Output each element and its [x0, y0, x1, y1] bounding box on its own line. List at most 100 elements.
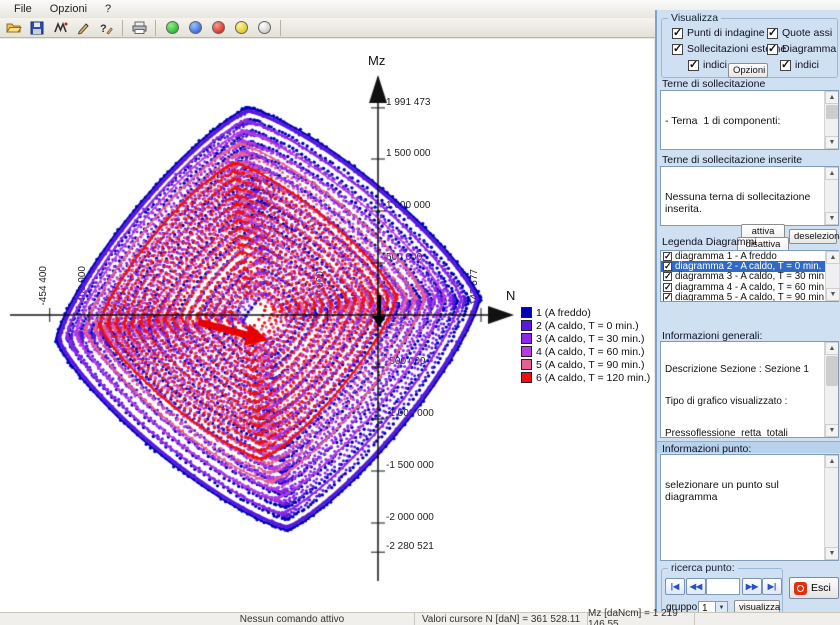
checkbox-icon[interactable] — [663, 272, 672, 281]
esci-label: Esci — [811, 582, 831, 594]
scroll-thumb[interactable] — [826, 105, 838, 119]
section-icon[interactable] — [50, 19, 70, 37]
terne-line: - Terna 1 di componenti: — [665, 116, 822, 128]
scroll-up-icon[interactable]: ▲ — [825, 91, 839, 104]
checkbox-icon[interactable] — [767, 28, 778, 39]
list-item-diagramma-1[interactable]: diagramma 1 - A freddo — [661, 251, 838, 261]
last-point-button[interactable]: ▶| — [762, 578, 782, 595]
checkbox-indici-diagramma[interactable]: indici — [780, 59, 819, 71]
status-cursor-mz: Mz [daNcm] = 1 219 146.55 — [588, 613, 695, 625]
terne-inserite-title: Terne di sollecitazione inserite — [662, 154, 802, 166]
scrollbar[interactable]: ▲ ▼ — [824, 167, 838, 225]
checkbox-punti-di-indagine[interactable]: Punti di indagine — [672, 27, 765, 39]
prev-point-button[interactable]: ◀◀ — [686, 578, 706, 595]
legend-label: 5 (A caldo, T = 90 min.) — [536, 359, 644, 371]
y-axis-title: Mz — [368, 53, 385, 68]
side-panel: Visualizza Punti di indagine Quote assi … — [655, 10, 840, 612]
plot-legend-row: 2 (A caldo, T = 0 min.) — [521, 319, 650, 332]
plot-legend-row: 5 (A caldo, T = 90 min.) — [521, 358, 650, 371]
plot-legend-row: 1 (A freddo) — [521, 306, 650, 319]
exit-icon — [794, 582, 807, 595]
list-item-label: diagramma 2 - A caldo, T = 0 min. — [675, 261, 821, 272]
list-item-diagramma-3[interactable]: diagramma 3 - A caldo, T = 30 min. — [661, 272, 838, 282]
list-item-diagramma-5[interactable]: diagramma 5 - A caldo, T = 90 min. — [661, 293, 838, 302]
checkbox-icon[interactable] — [672, 44, 683, 55]
legend-swatch — [521, 333, 532, 344]
terne-listbox[interactable]: - Terna 1 di componenti: My= 420 Mz= -78… — [660, 90, 839, 150]
list-item-label: diagramma 5 - A caldo, T = 90 min. — [675, 292, 827, 302]
scroll-down-icon[interactable]: ▼ — [825, 212, 839, 225]
print-icon[interactable] — [129, 19, 149, 37]
status-empty — [695, 613, 840, 625]
svg-text:?: ? — [100, 23, 107, 35]
scrollbar[interactable]: ▲ ▼ — [824, 455, 838, 560]
red-ball-icon[interactable] — [208, 19, 228, 37]
toolbar-separator — [155, 20, 156, 36]
info-punto-listbox[interactable]: selezionare un punto sul diagramma ▲ ▼ — [660, 454, 839, 561]
toolbar: ? — [0, 18, 655, 38]
list-item-diagramma-2[interactable]: diagramma 2 - A caldo, T = 0 min. — [661, 261, 838, 271]
next-point-button[interactable]: ▶▶ — [742, 578, 762, 595]
checkbox-icon[interactable] — [672, 28, 683, 39]
terne-inserite-listbox[interactable]: Nessuna terna di sollecitazione inserita… — [660, 166, 839, 226]
scroll-up-icon[interactable]: ▲ — [825, 342, 839, 355]
plot-legend-row: 3 (A caldo, T = 30 min.) — [521, 332, 650, 345]
visualizza-title: Visualizza — [668, 12, 721, 24]
deseleziona-button[interactable]: deseleziona — [789, 229, 837, 244]
edit-pencil-icon[interactable] — [73, 19, 93, 37]
open-file-icon[interactable] — [4, 19, 24, 37]
scroll-up-icon[interactable]: ▲ — [825, 455, 839, 468]
esci-button[interactable]: Esci — [789, 577, 839, 599]
scrollbar[interactable]: ▲ ▼ — [824, 91, 838, 149]
x-axis-title: N — [506, 288, 515, 303]
blue-ball-icon[interactable] — [185, 19, 205, 37]
legend-label: 3 (A caldo, T = 30 min.) — [536, 333, 644, 345]
checkbox-label: Quote assi — [782, 27, 832, 39]
scroll-down-icon[interactable]: ▼ — [825, 547, 839, 560]
scroll-down-icon[interactable]: ▼ — [826, 288, 840, 301]
checkbox-icon[interactable] — [663, 293, 672, 302]
info-line: Pressoflessione_retta_totali — [665, 429, 822, 438]
info-punto-header: Informazioni punto: — [657, 441, 840, 453]
terne-title: Terne di sollecitazione — [662, 78, 765, 90]
checkbox-indici-sollecitazioni[interactable]: indici — [688, 59, 727, 71]
legend-swatch — [521, 346, 532, 357]
terne-inserite-line: Nessuna terna di sollecitazione inserita… — [665, 192, 822, 215]
checkbox-icon[interactable] — [767, 44, 778, 55]
gray-ball-icon[interactable] — [254, 19, 274, 37]
checkbox-quote-assi[interactable]: Quote assi — [767, 27, 832, 39]
list-item-label: diagramma 1 - A freddo — [675, 251, 777, 262]
list-item-diagramma-4[interactable]: diagramma 4 - A caldo, T = 60 min. — [661, 282, 838, 292]
scrollbar[interactable]: ▲ ▼ — [824, 342, 838, 437]
plot-legend: 1 (A freddo)2 (A caldo, T = 0 min.)3 (A … — [519, 305, 652, 385]
green-ball-icon[interactable] — [162, 19, 182, 37]
menu-help[interactable]: ? — [97, 1, 119, 17]
scroll-down-icon[interactable]: ▼ — [825, 136, 839, 149]
scroll-up-icon[interactable]: ▲ — [826, 251, 840, 264]
checkbox-icon[interactable] — [780, 60, 791, 71]
legend-label: 2 (A caldo, T = 0 min.) — [536, 320, 639, 332]
scroll-down-icon[interactable]: ▼ — [825, 424, 839, 437]
scrollbar[interactable]: ▲ ▼ — [825, 251, 839, 301]
opzioni-button[interactable]: Opzioni — [728, 63, 768, 78]
first-point-button[interactable]: |◀ — [665, 578, 685, 595]
checkbox-icon[interactable] — [663, 262, 672, 271]
scroll-thumb[interactable] — [826, 356, 838, 386]
menu-opzioni[interactable]: Opzioni — [42, 1, 95, 17]
status-cursor-n: Valori cursore N [daN] = 361 528.11 — [415, 613, 588, 625]
scroll-up-icon[interactable]: ▲ — [825, 167, 839, 180]
checkbox-diagramma[interactable]: Diagramma — [767, 43, 836, 55]
yellow-ball-icon[interactable] — [231, 19, 251, 37]
legend-swatch — [521, 372, 532, 383]
checkbox-icon[interactable] — [663, 283, 672, 292]
save-icon[interactable] — [27, 19, 47, 37]
info-line: Descrizione Sezione : Sezione 1 — [665, 365, 822, 376]
checkbox-icon[interactable] — [663, 252, 672, 261]
info-generali-listbox[interactable]: Descrizione Sezione : Sezione 1 Tipo di … — [660, 341, 839, 438]
checkbox-icon[interactable] — [688, 60, 699, 71]
legenda-diagrammi-list[interactable]: diagramma 1 - A freddo diagramma 2 - A c… — [660, 250, 839, 302]
menu-file[interactable]: File — [6, 1, 40, 17]
help-edit-icon[interactable]: ? — [96, 19, 116, 37]
ricerca-punto-input[interactable] — [706, 578, 740, 595]
checkbox-label: indici — [795, 59, 819, 71]
